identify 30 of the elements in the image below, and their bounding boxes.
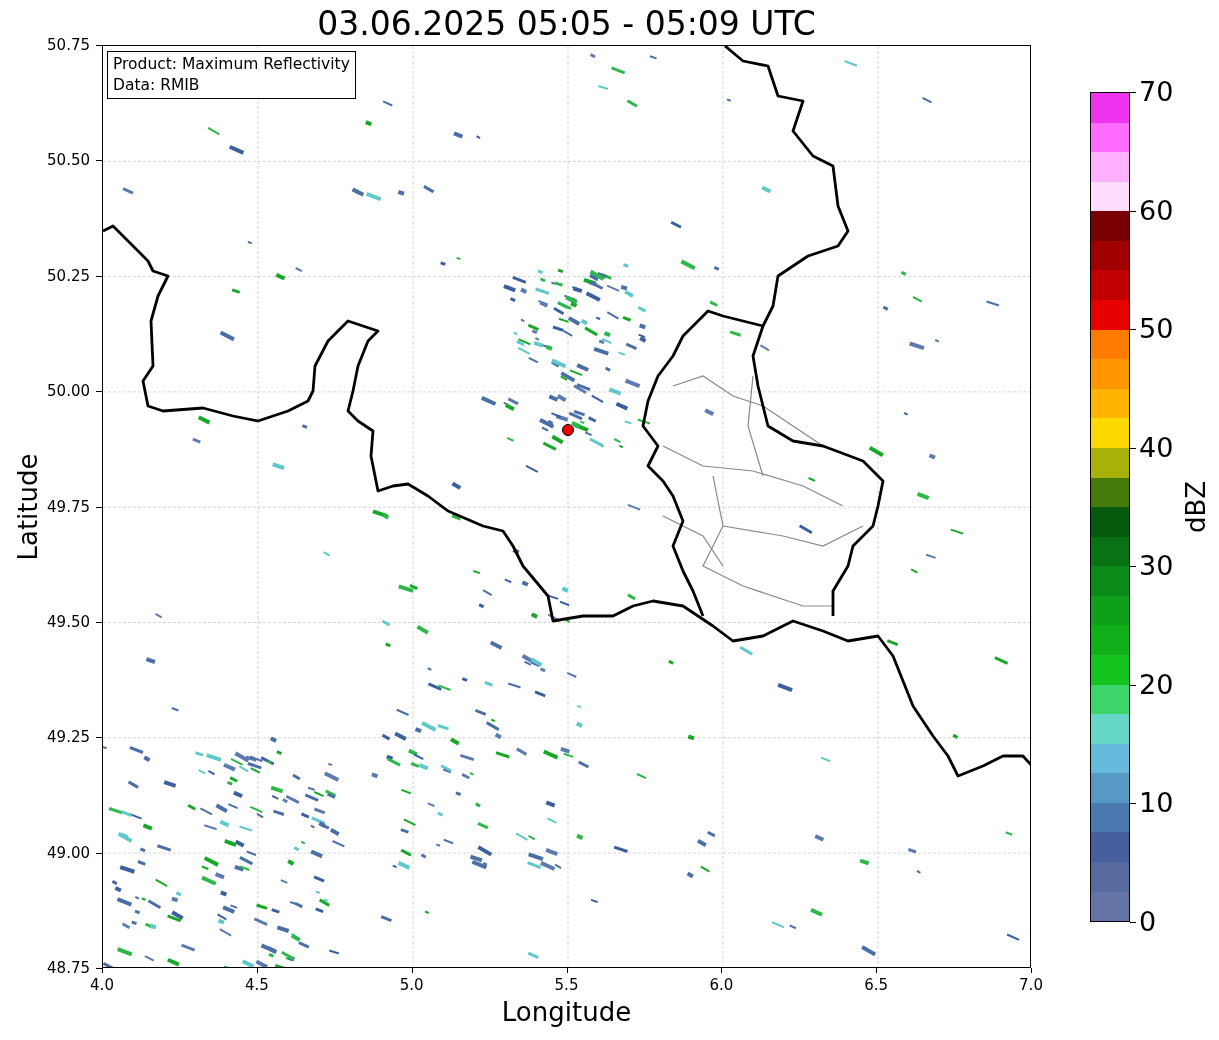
colorbar-tick-label: 20 (1139, 669, 1174, 700)
x-tick-label: 5.0 (399, 976, 424, 994)
y-tick-label: 50.75 (47, 36, 90, 54)
y-tick-label: 50.00 (47, 382, 90, 401)
colorbar-tick-label: 40 (1139, 432, 1174, 463)
x-tick-label: 7.0 (1019, 976, 1043, 994)
x-tick-label: 4.0 (90, 976, 114, 994)
x-tick-label: 6.0 (709, 976, 734, 994)
x-tick-label: 6.5 (864, 976, 889, 994)
y-tick-label: 50.25 (47, 266, 90, 285)
y-tick-label: 49.50 (47, 612, 90, 631)
colorbar-label: dBZ (1181, 480, 1212, 534)
colorbar-tick-label: 60 (1139, 195, 1174, 226)
colorbar-tick-label: 50 (1139, 314, 1174, 345)
y-axis-label: Latitude (13, 453, 43, 561)
x-tick-label: 5.5 (554, 976, 579, 994)
x-tick-label: 4.5 (244, 976, 269, 994)
colorbar-tick-label: 70 (1139, 77, 1174, 107)
colorbar-tick-label: 0 (1139, 907, 1157, 937)
chart-title: 03.06.2025 05:05 - 05:09 UTC (316, 4, 817, 44)
legend-text: Data: RMIB (113, 75, 201, 96)
y-tick-label: 49.25 (47, 728, 90, 747)
legend-text: Product: Maximum Reflectivity (113, 54, 350, 75)
colorbar-tick-label: 30 (1139, 551, 1174, 582)
y-tick-label: 50.50 (47, 151, 90, 170)
y-tick-label: 48.75 (47, 959, 90, 977)
y-tick-label: 49.75 (47, 497, 90, 516)
x-axis-label: Longitude (500, 997, 633, 1027)
colorbar-tick-label: 10 (1139, 788, 1174, 819)
y-tick-label: 49.00 (47, 843, 90, 862)
